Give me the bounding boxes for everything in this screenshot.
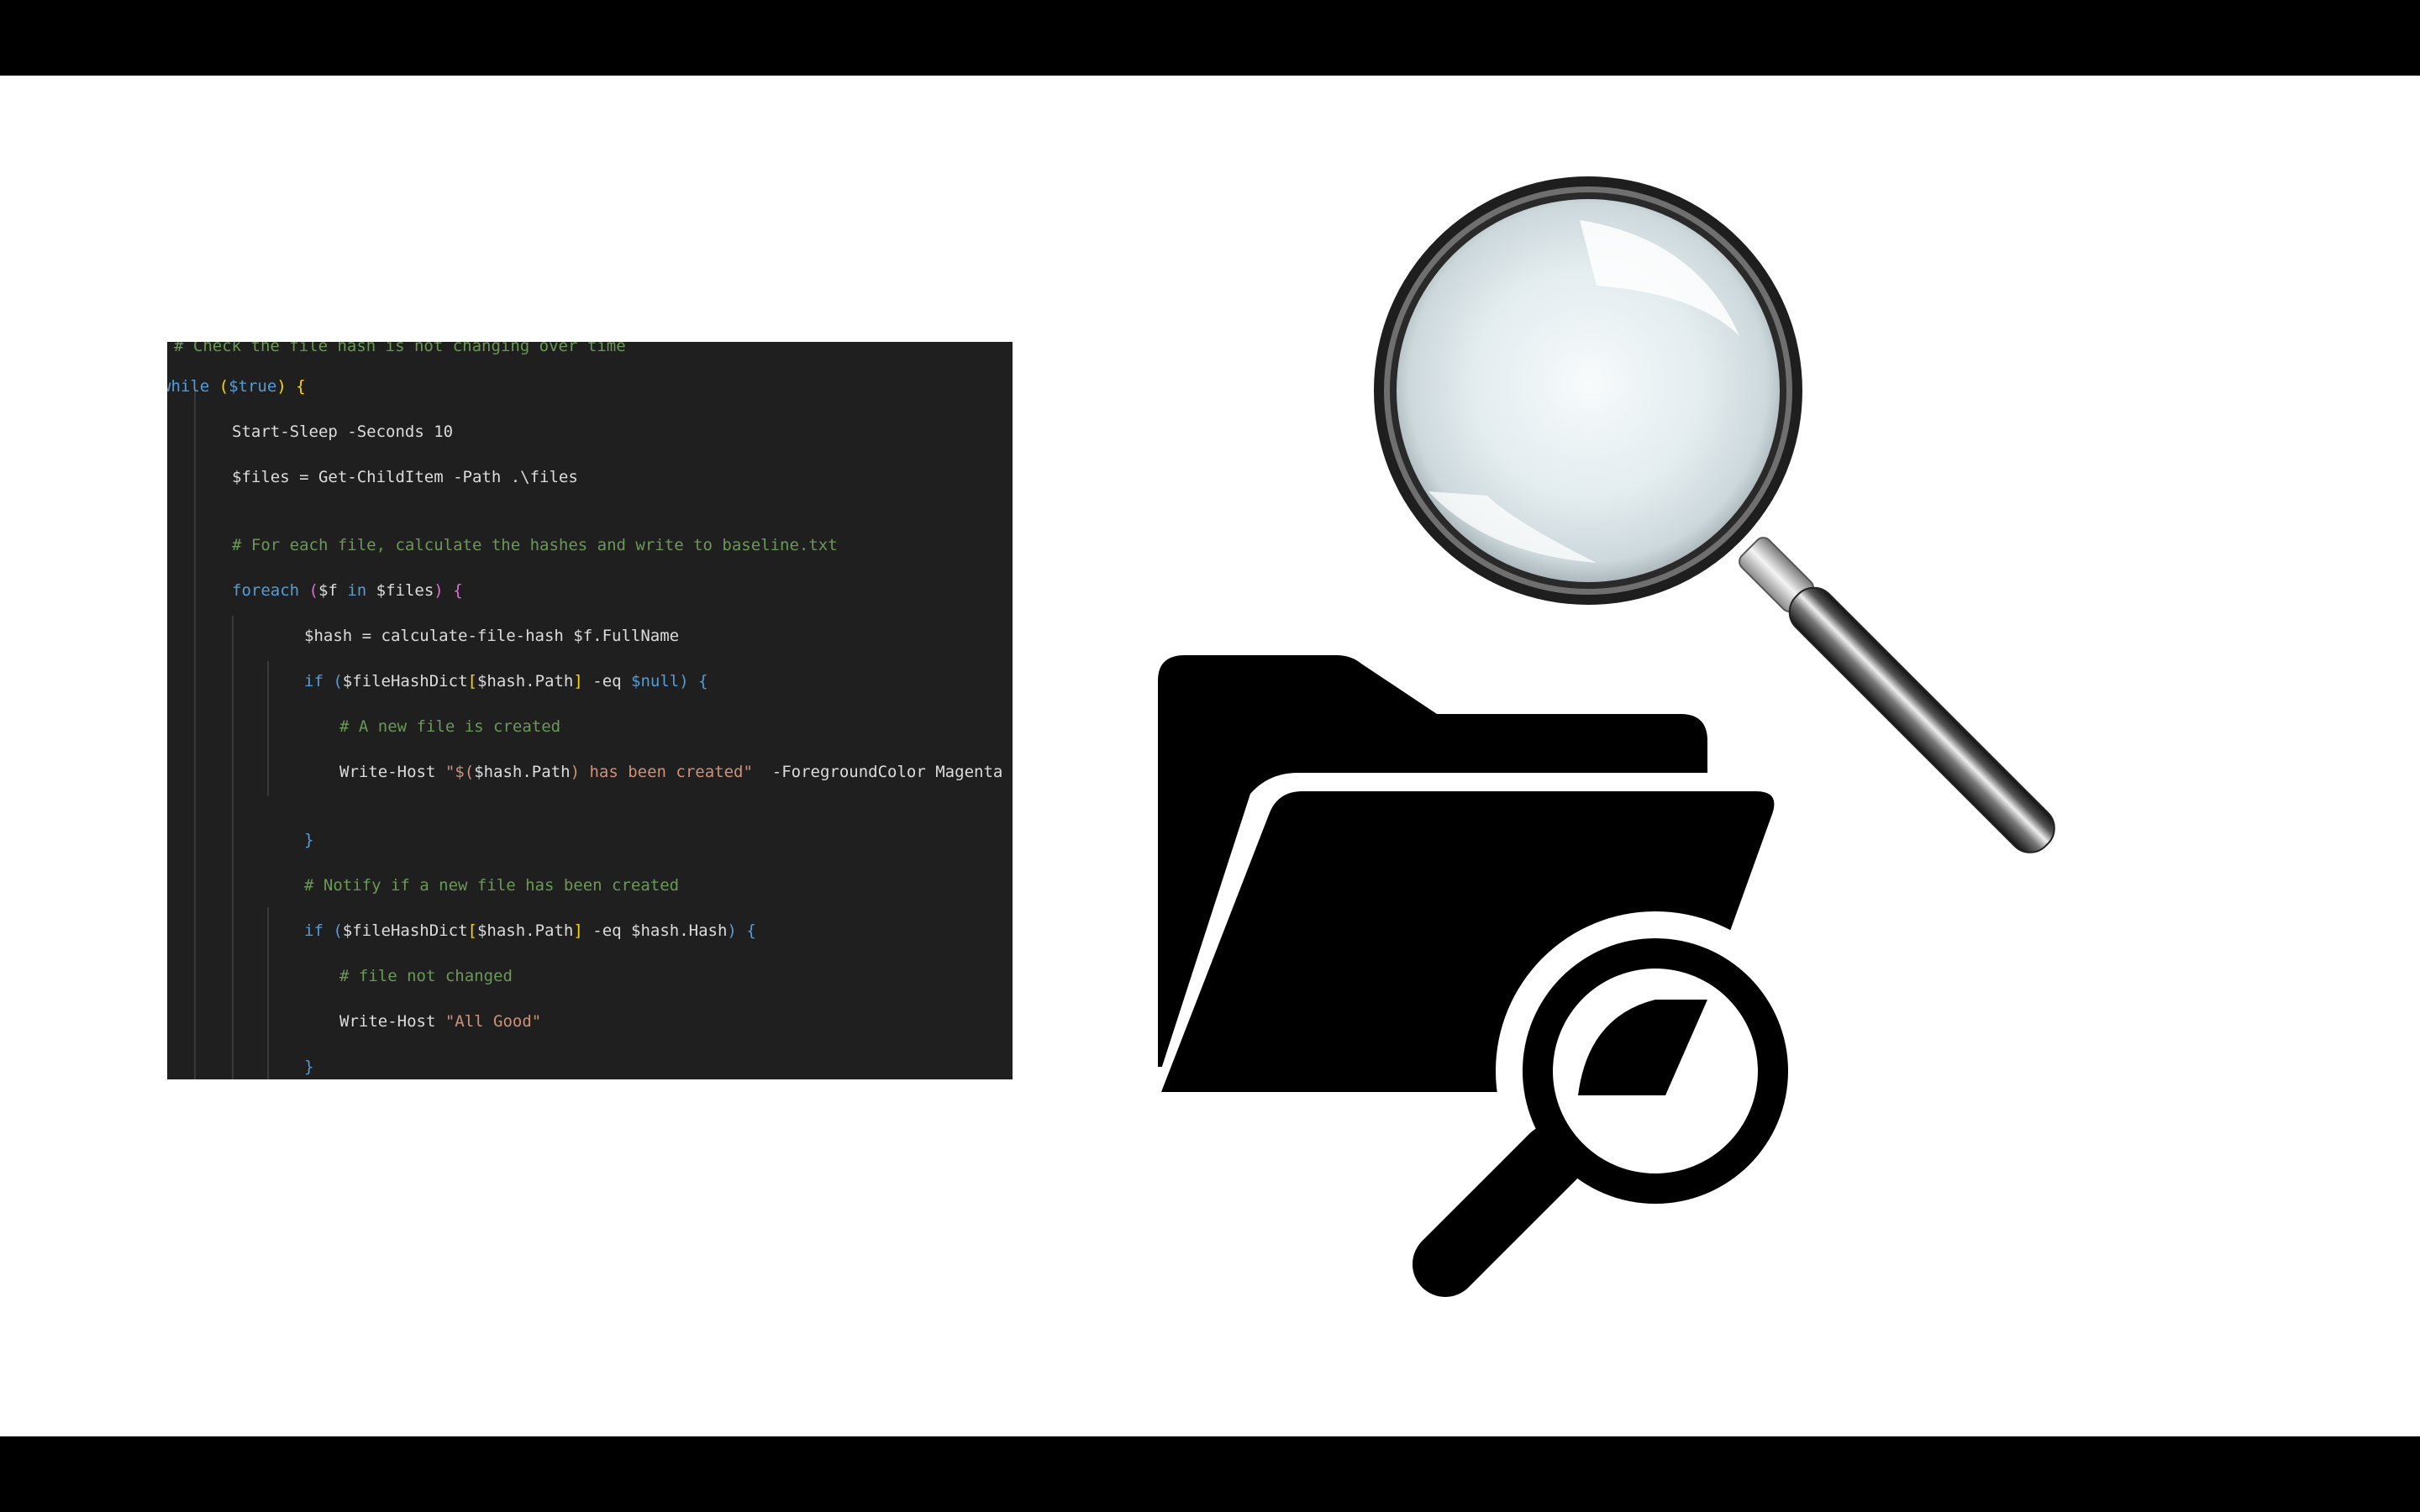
code-line: Write-Host "All Good" [339,1011,541,1032]
code-token-text: $f [318,581,348,600]
code-token-bracket-gold: ( [218,377,229,396]
code-token-bracket-gold: { [296,377,306,396]
letterbox-bottom [0,1436,2420,1512]
code-token-keyword: ( [333,672,343,690]
code-token-keyword: { [746,921,756,940]
code-line: # Notify if a new file has been created [304,874,679,896]
code-token-comment: # A new file is created [339,717,561,736]
code-token-text: $hash = calculate-file-hash $f.FullName [304,627,680,645]
code-token-string: ) has been created" [570,763,753,781]
code-token-keyword: } [304,831,314,849]
code-token-comment: # For each file, calculate the hashes an… [232,536,838,554]
code-token-keyword: foreach [232,581,300,600]
code-token-bracket-purple: ) [434,581,444,600]
code-token-text: Start-Sleep -Seconds 10 [232,423,454,441]
indent-guide [267,907,269,1079]
code-token-keyword: if [304,921,324,940]
code-token-text: $fileHashDict [342,921,468,940]
code-token-keyword: in [347,581,367,600]
code-line: } [304,829,313,851]
code-line: # Check the file hash is not changing ov… [174,342,626,357]
code-token-text: Write-Host [339,763,445,781]
code-token-text: $hash.Path [474,763,571,781]
code-line: $files = Get-ChildItem -Path .\files [232,466,578,488]
code-token-text: $files = Get-ChildItem -Path .\files [232,468,578,486]
code-token-bracket-purple: ( [308,581,318,600]
code-token-text: Write-Host [339,1012,445,1031]
letterbox-top [0,0,2420,76]
code-token-keyword: ( [333,921,343,940]
code-token-keyword: $true [229,377,277,396]
code-token-keyword: while [167,377,210,396]
code-token-keyword: ) [679,672,689,690]
code-token-keyword: if [304,672,324,690]
code-token-string: "All Good" [445,1012,542,1031]
code-token-keyword: } [304,1058,314,1076]
indent-guide [267,661,269,795]
code-token-text: -ForegroundColor Magenta [752,763,1003,781]
code-editor: # Check the file hash is not changing ov… [167,342,1013,1079]
code-line: if ($fileHashDict[$hash.Path] -eq $hash.… [304,920,756,942]
code-token-bracket-gold: [ [467,921,477,940]
code-token-bracket-gold: [ [467,672,477,690]
code-token-keyword: { [698,672,708,690]
code-token-text: $hash.Path [476,921,574,940]
indent-guide [194,391,196,1079]
code-token-text: -eq [582,672,632,690]
code-token-bracket-gold: ) [276,377,287,396]
code-line: while ($true) { [167,375,306,397]
code-token-keyword: $null [631,672,680,690]
code-token-text: $fileHashDict [342,672,468,690]
code-line: foreach ($f in $files) { [232,580,463,601]
code-line: Start-Sleep -Seconds 10 [232,421,453,443]
folder-search-icon [1158,655,1798,1297]
code-token-comment: # file not changed [339,967,513,985]
code-token-bracket-purple: { [453,581,463,600]
code-token-string: "$( [445,763,475,781]
code-line: Write-Host "$($hash.Path) has been creat… [339,761,1002,783]
code-line: } [304,1056,313,1078]
code-line: # file not changed [339,965,513,987]
code-token-comment: # Check the file hash is not changing ov… [174,342,626,355]
code-line: # For each file, calculate the hashes an… [232,534,838,556]
code-token-text: -eq $hash.Hash [582,921,728,940]
code-token-bracket-gold: ] [573,672,583,690]
indent-guide [232,616,234,1079]
code-token-keyword: ) [727,921,737,940]
code-line: # A new file is created [339,716,560,738]
code-token-comment: # Notify if a new file has been created [304,876,680,895]
code-token-text: $files [366,581,434,600]
code-line: if ($fileHashDict[$hash.Path] -eq $null)… [304,670,708,692]
code-line: $hash = calculate-file-hash $f.FullName [304,625,679,647]
code-token-text: $hash.Path [476,672,574,690]
code-token-bracket-gold: ] [573,921,583,940]
